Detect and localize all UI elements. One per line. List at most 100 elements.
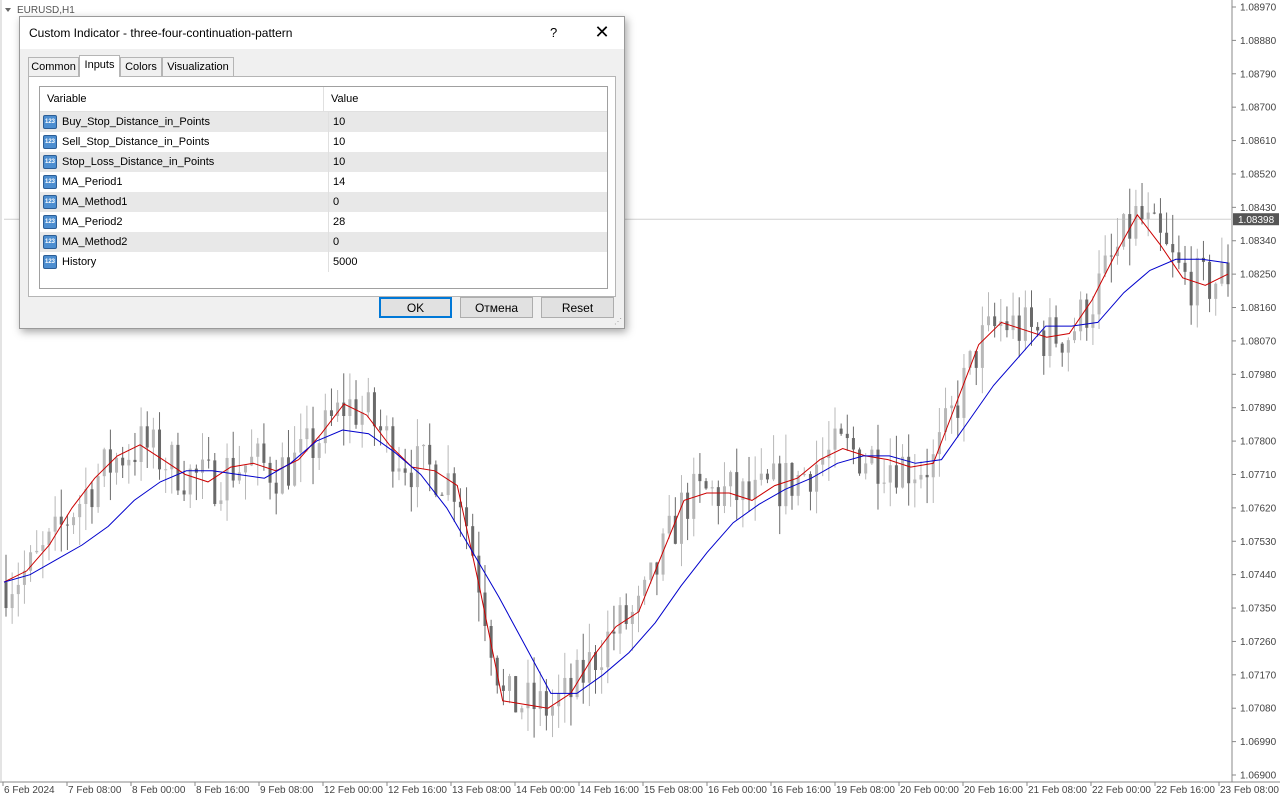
cancel-button[interactable]: Отмена [460, 297, 533, 318]
variable-value[interactable]: 10 [328, 132, 345, 152]
help-button[interactable]: ? [550, 25, 557, 40]
variable-value[interactable]: 5000 [328, 252, 357, 272]
candle-body [354, 399, 358, 425]
integer-type-icon: 123 [43, 215, 57, 229]
candle-body [188, 468, 192, 495]
integer-type-icon: 123 [43, 155, 57, 169]
variable-value[interactable]: 10 [328, 152, 345, 172]
time-axis-label: 6 Feb 2024 [4, 785, 55, 796]
table-row[interactable]: 123 MA_Method2 0 [40, 232, 607, 252]
candle-body [1042, 330, 1046, 356]
candle-body [213, 460, 217, 504]
candle-body [716, 487, 720, 506]
candle-body [422, 444, 426, 447]
candle-body [544, 691, 548, 716]
price-axis-label: 1.07170 [1240, 670, 1277, 681]
time-axis-label: 14 Feb 16:00 [580, 785, 639, 796]
candle-body [876, 449, 880, 484]
table-row[interactable]: 123 History 5000 [40, 252, 607, 272]
dialog-title: Custom Indicator - three-four-continuati… [29, 26, 293, 40]
candle-body [65, 524, 69, 526]
variable-value[interactable]: 0 [328, 192, 339, 212]
candle-body [182, 490, 186, 495]
candle-body [1214, 283, 1218, 299]
candle-body [231, 457, 235, 481]
table-row[interactable]: 123 Buy_Stop_Distance_in_Points 10 [40, 112, 607, 132]
candle-body [808, 474, 812, 492]
table-row[interactable]: 123 MA_Method1 0 [40, 192, 607, 212]
tab-common[interactable]: Common [28, 57, 79, 76]
candle-body [1011, 315, 1015, 331]
time-axis-label: 9 Feb 08:00 [260, 785, 314, 796]
candle-body [16, 584, 20, 595]
candle-body [293, 452, 297, 486]
column-header-variable[interactable]: Variable [40, 87, 323, 111]
candle-body [962, 367, 966, 418]
candle-body [1103, 255, 1107, 274]
variable-value[interactable]: 10 [328, 112, 345, 132]
dialog-titlebar[interactable]: Custom Indicator - three-four-continuati… [20, 17, 624, 49]
price-axis-label: 1.07530 [1240, 537, 1277, 548]
table-header: Variable Value [40, 87, 607, 112]
close-button[interactable]: ✕ [590, 20, 614, 44]
candle-body [1072, 331, 1076, 341]
integer-type-icon: 123 [43, 195, 57, 209]
tab-visualization[interactable]: Visualization [162, 57, 234, 76]
price-axis-label: 1.07710 [1240, 470, 1277, 481]
price-axis-label: 1.07440 [1240, 570, 1277, 581]
chart-menu-arrow-icon[interactable] [5, 8, 11, 12]
variable-value[interactable]: 28 [328, 212, 345, 232]
candle-body [1183, 262, 1187, 272]
price-axis-label: 1.07890 [1240, 403, 1277, 414]
price-axis-label: 1.07350 [1240, 604, 1277, 615]
time-axis-label: 23 Feb 08:00 [1220, 785, 1279, 796]
column-header-value[interactable]: Value [323, 87, 607, 111]
candle-body [164, 469, 168, 471]
variable-name: Sell_Stop_Distance_in_Points [62, 136, 210, 148]
variable-name: MA_Method1 [62, 196, 128, 208]
candle-body [1091, 314, 1095, 328]
tab-inputs[interactable]: Inputs [79, 55, 120, 77]
candle-body [575, 659, 579, 698]
time-axis-label: 8 Feb 16:00 [196, 785, 250, 796]
candle-body [839, 428, 843, 434]
time-axis-label: 20 Feb 00:00 [900, 785, 959, 796]
candle-body [1029, 307, 1033, 327]
candle-body [35, 550, 39, 553]
ok-button[interactable]: OK [379, 297, 452, 318]
table-row[interactable]: 123 Stop_Loss_Distance_in_Points 10 [40, 152, 607, 172]
time-axis-label: 22 Feb 16:00 [1156, 785, 1215, 796]
price-axis-label: 1.08880 [1240, 36, 1277, 47]
table-row[interactable]: 123 MA_Period1 14 [40, 172, 607, 192]
resize-grip-icon[interactable]: ⋰ [614, 317, 622, 326]
time-axis-label: 21 Feb 08:00 [1028, 785, 1087, 796]
candle-body [729, 472, 733, 487]
candle-body [1023, 307, 1027, 341]
candle-body [1146, 212, 1150, 219]
candle-body [115, 457, 119, 473]
candle-body [1189, 271, 1193, 306]
candle-body [385, 426, 389, 431]
candle-body [864, 463, 868, 474]
candle-body [243, 465, 247, 473]
candle-body [520, 708, 524, 713]
candle-body [1208, 261, 1212, 299]
integer-type-icon: 123 [43, 115, 57, 129]
tab-colors[interactable]: Colors [120, 57, 162, 76]
table-row[interactable]: 123 Sell_Stop_Distance_in_Points 10 [40, 132, 607, 152]
candle-body [78, 503, 82, 518]
price-axis-label: 1.06990 [1240, 737, 1277, 748]
variable-name: Buy_Stop_Distance_in_Points [62, 116, 210, 128]
time-axis-label: 7 Feb 08:00 [68, 785, 122, 796]
candle-body [121, 457, 125, 466]
candle-body [667, 515, 671, 534]
variable-value[interactable]: 0 [328, 232, 339, 252]
candle-body [409, 472, 413, 488]
candle-body [262, 443, 266, 463]
integer-type-icon: 123 [43, 175, 57, 189]
table-row[interactable]: 123 MA_Period2 28 [40, 212, 607, 232]
variable-value[interactable]: 14 [328, 172, 345, 192]
variable-name: History [62, 256, 97, 268]
reset-button[interactable]: Reset [541, 297, 614, 318]
price-axis-label: 1.06900 [1240, 771, 1277, 782]
